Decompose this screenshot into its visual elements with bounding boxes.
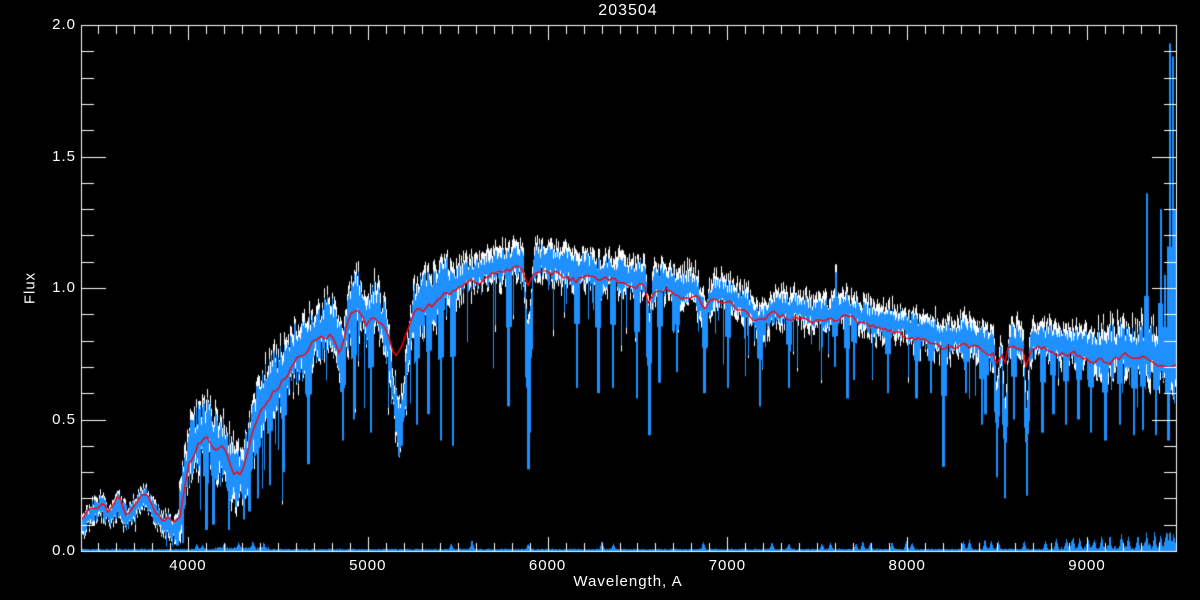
y-tick-label: 1.5 [52, 147, 76, 165]
x-tick-label: 4000 [169, 557, 207, 574]
spectrum-figure: 203504 Wavelength, A Flux 0.0 0.5 1.0 1.5 2.… [0, 0, 1200, 600]
y-tick-label: 2.0 [52, 16, 76, 33]
plot-title: 203504 [598, 2, 658, 19]
x-tick-label: 6000 [528, 557, 567, 574]
x-tick-label: 9000 [1068, 557, 1106, 574]
x-tick-label: 7000 [708, 557, 747, 574]
x-axis-label: Wavelength, A [573, 573, 683, 590]
x-tick-label: 5000 [349, 557, 387, 574]
x-tick-label: 8000 [888, 557, 926, 574]
spectrum-plot-canvas [0, 0, 1200, 600]
y-tick-label: 0.5 [52, 410, 76, 428]
y-tick-label: 1.0 [52, 279, 76, 296]
y-tick-label: 0.0 [52, 542, 76, 559]
